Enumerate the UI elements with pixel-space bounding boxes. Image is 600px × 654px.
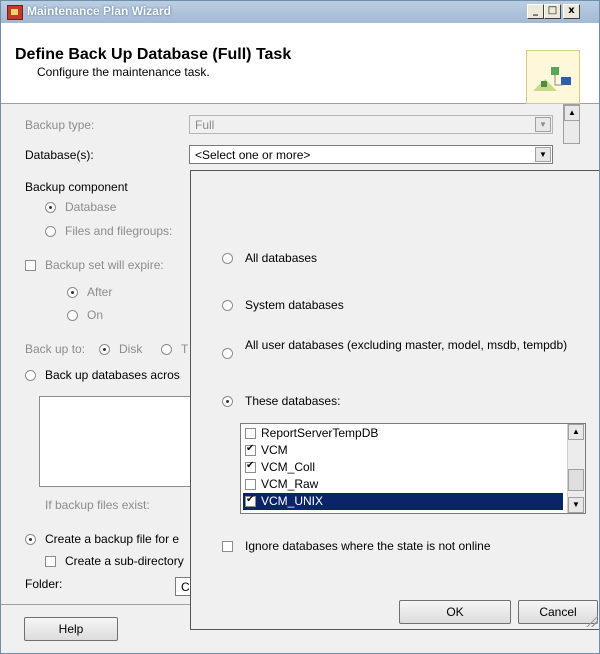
expire-label: Backup set will expire: [45,258,164,272]
scroll-up-icon[interactable]: ▲ [568,424,584,440]
chevron-down-icon[interactable]: ▼ [535,147,551,162]
all-databases-radio[interactable] [222,253,233,264]
tape-radio[interactable] [161,344,172,355]
page-title: Define Back Up Database (Full) Task [15,46,292,63]
list-item[interactable]: VCM_UNIX [243,493,563,510]
component-files-label: Files and filegroups: [65,224,173,238]
on-radio[interactable] [67,310,78,321]
maximize-button[interactable]: □ [544,4,561,19]
system-databases-label: System databases [245,298,344,312]
backup-to-label: Back up to: [25,342,86,356]
title-bar[interactable]: Maintenance Plan Wizard _ □ x [1,1,599,23]
scroll-down-icon[interactable]: ▼ [568,497,584,513]
these-databases-label: These databases: [245,394,341,408]
resize-grip-icon[interactable] [586,615,598,627]
component-database-label: Database [65,200,117,214]
system-databases-radio[interactable] [222,300,233,311]
after-label: After [87,285,113,299]
db-checkbox[interactable] [245,428,256,439]
form-scrollbar[interactable]: ▲ [563,104,580,144]
ignore-offline-checkbox[interactable] [222,541,233,552]
db-checkbox[interactable] [245,494,256,507]
minimize-button[interactable]: _ [527,4,544,19]
all-databases-label: All databases [245,251,318,265]
scroll-up-icon[interactable]: ▲ [564,105,580,121]
subdir-checkbox[interactable] [45,556,56,567]
list-scrollbar[interactable]: ▲ ▼ [567,424,585,513]
databases-select[interactable]: <Select one or more> ▼ [189,145,553,164]
backup-files-list[interactable] [39,396,201,487]
user-databases-label: All user databases (excluding master, mo… [245,338,568,352]
tape-label: T [181,342,189,356]
databases-label: Database(s): [25,148,94,162]
component-database-radio[interactable] [45,202,56,213]
disk-radio[interactable] [99,344,110,355]
ok-button[interactable]: OK [399,600,511,624]
across-files-label: Back up databases acros [45,368,180,382]
if-exist-label: If backup files exist: [45,498,150,512]
list-item[interactable]: ReportServerTempDB [243,425,563,442]
db-checkbox[interactable] [245,443,256,456]
on-label: On [87,308,104,322]
backup-component-label: Backup component [25,180,128,194]
maintenance-plan-wizard-window: Maintenance Plan Wizard _ □ x Define Bac… [0,0,600,654]
page-subtitle: Configure the maintenance task. [37,65,210,79]
backup-type-label: Backup type: [25,118,95,132]
disk-label: Disk [119,342,143,356]
help-button[interactable]: Help [24,617,118,641]
create-file-label: Create a backup file for e [45,532,180,546]
databases-dropdown-popup: All databases System databases All user … [190,170,599,630]
create-file-radio[interactable] [25,534,36,545]
list-item[interactable]: VCM_Coll [243,459,563,476]
databases-list[interactable]: ReportServerTempDB VCM VCM_Coll VCM_Raw … [240,423,586,514]
wizard-icon [526,50,580,104]
scroll-thumb[interactable] [568,469,584,491]
backup-type-select[interactable]: Full ▼ [189,115,553,134]
db-checkbox[interactable] [245,479,256,490]
list-item[interactable]: VCM_Raw [243,476,563,493]
user-databases-radio[interactable] [222,348,233,359]
app-icon [7,5,23,20]
subdir-label: Create a sub-directory [65,554,184,568]
ignore-offline-label: Ignore databases where the state is not … [245,539,491,553]
chevron-down-icon: ▼ [535,117,551,132]
db-checkbox[interactable] [245,460,256,473]
window-title: Maintenance Plan Wizard [27,4,171,18]
these-databases-radio[interactable] [222,396,233,407]
across-files-radio[interactable] [25,370,36,381]
list-item[interactable]: VCM [243,442,563,459]
wizard-header: Define Back Up Database (Full) Task Conf… [1,23,599,104]
expire-checkbox[interactable] [25,260,36,271]
folder-label: Folder: [25,577,63,591]
after-radio[interactable] [67,287,78,298]
close-button[interactable]: x [563,4,580,19]
component-files-radio[interactable] [45,226,56,237]
